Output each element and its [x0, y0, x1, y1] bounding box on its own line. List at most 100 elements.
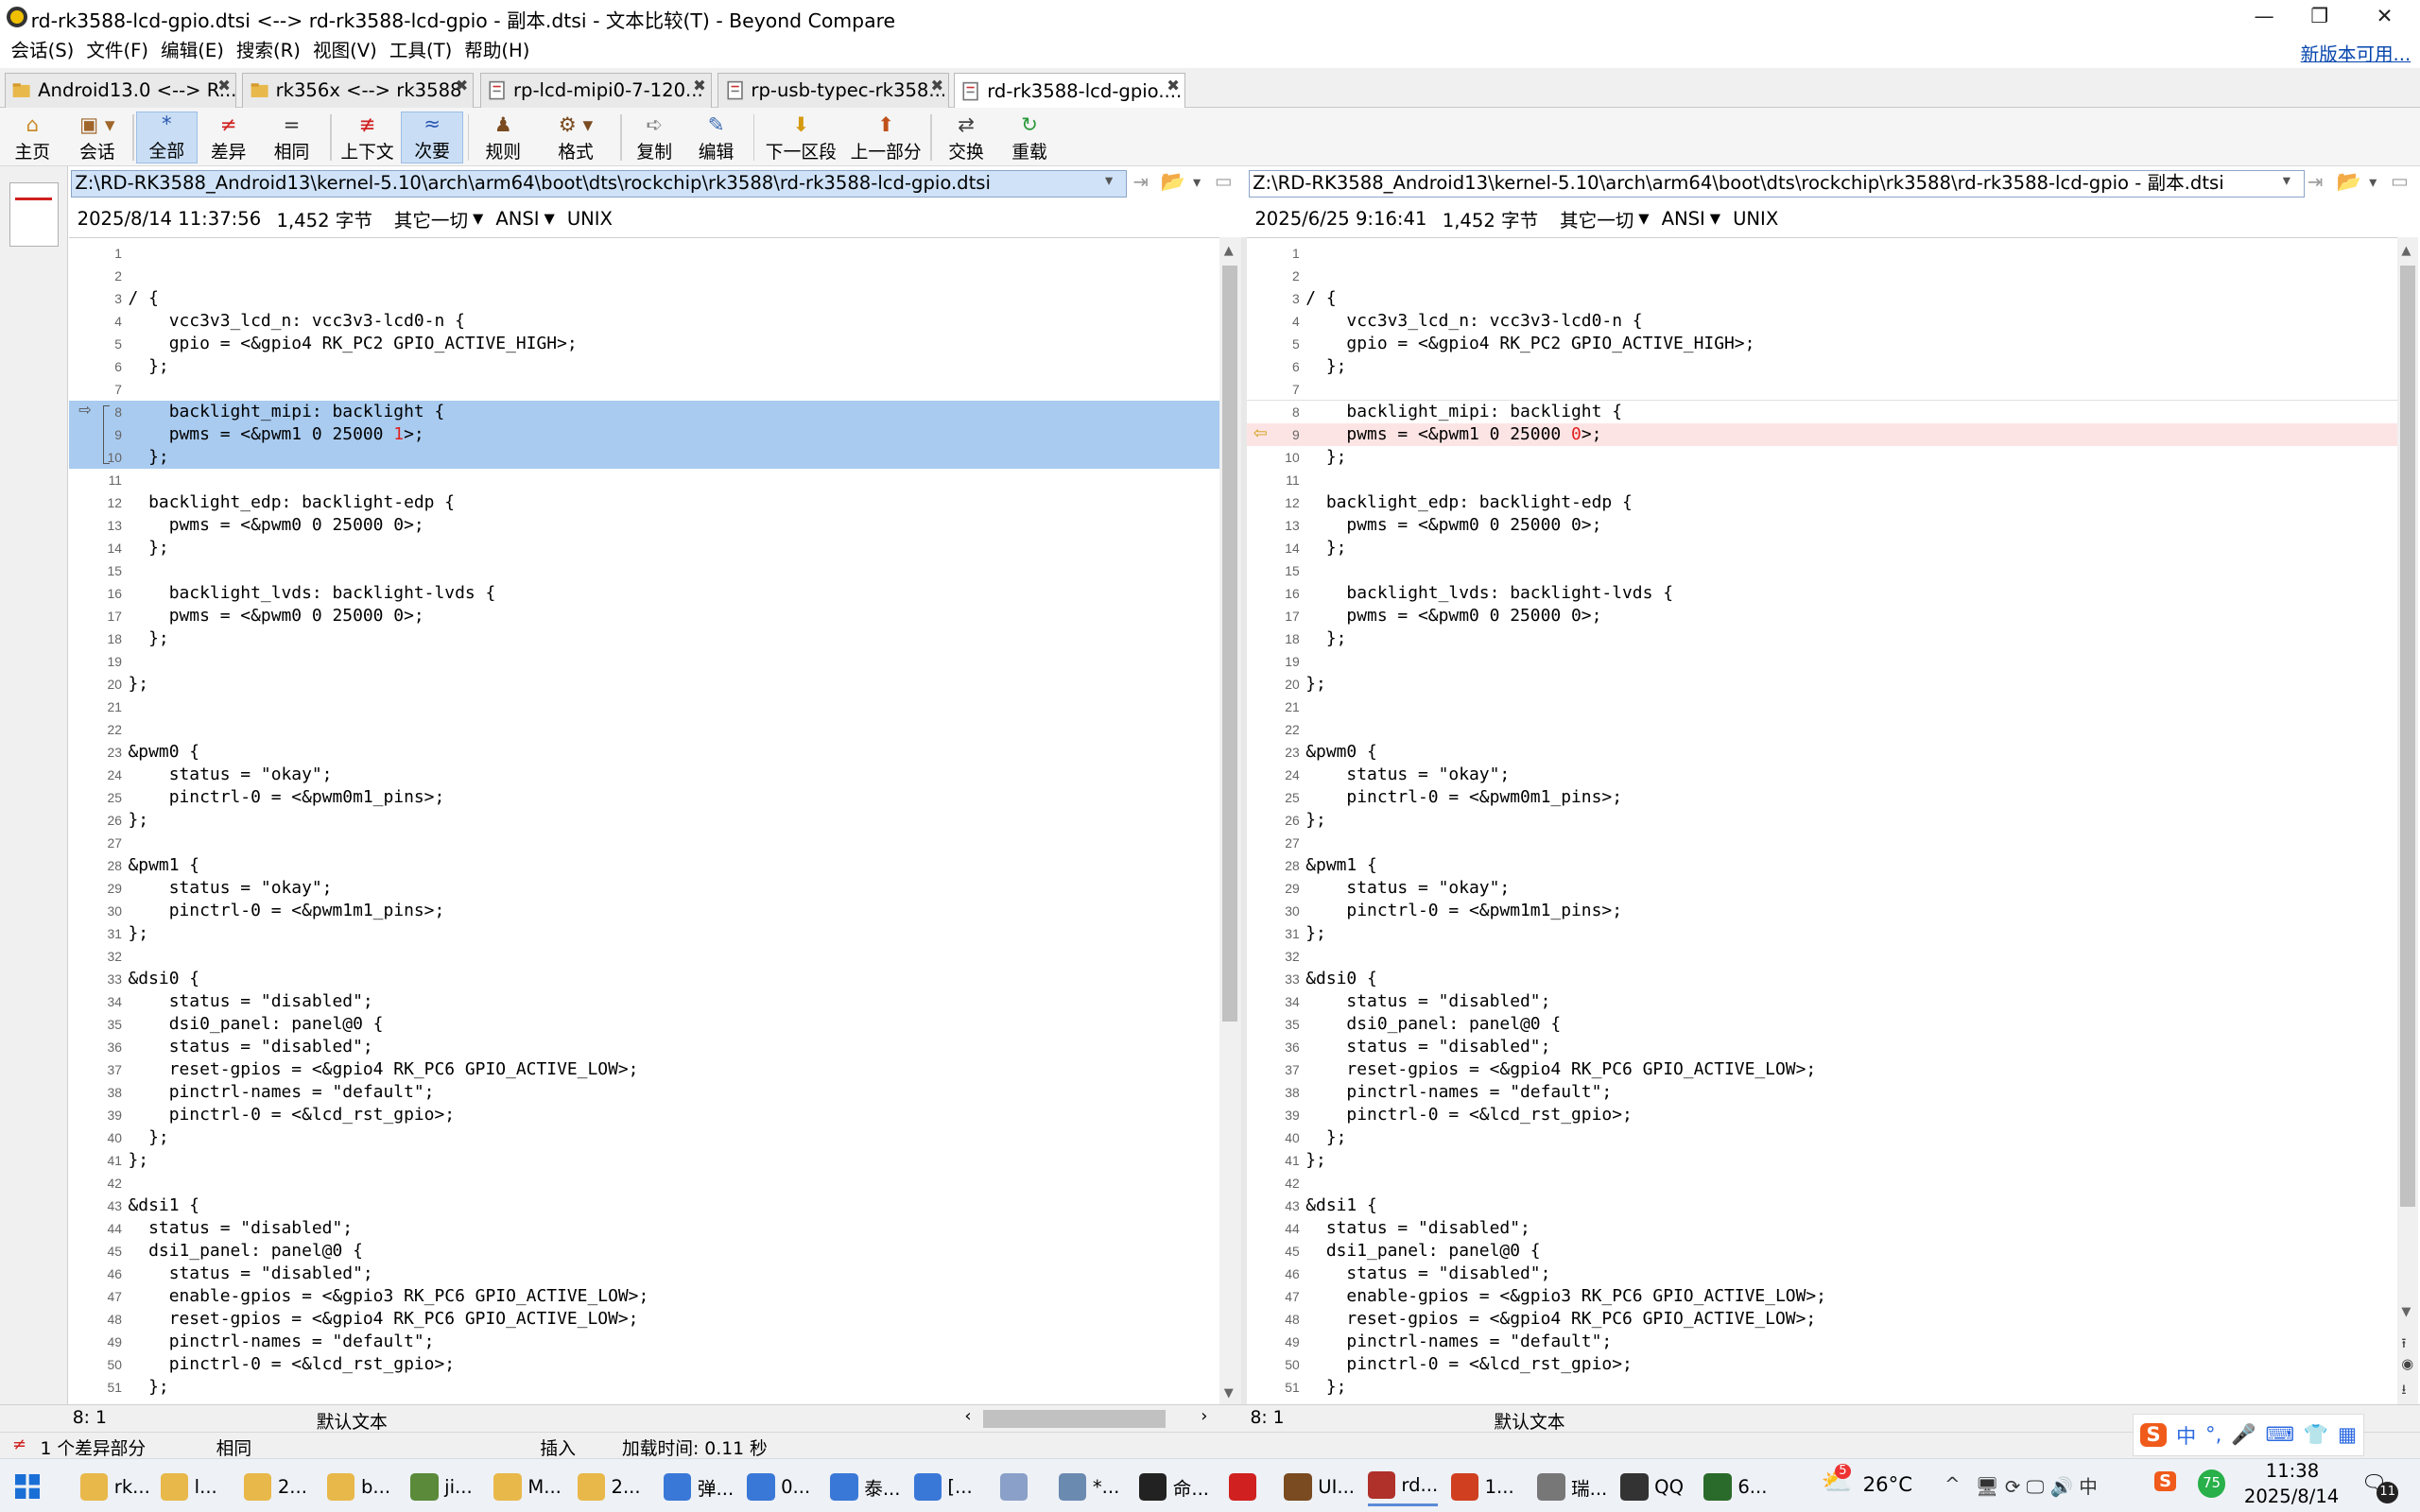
- code-line[interactable]: 13 pwms = <&pwm0 0 25000 0>;: [69, 514, 1219, 537]
- right-encoding-dropdown[interactable]: ANSI: [1662, 208, 1705, 230]
- left-path-input[interactable]: Z:\RD-RK3588_Android13\kernel-5.10\arch\…: [71, 169, 1127, 198]
- tab-rk356x[interactable]: rk356x <--> rk3588 ✖: [242, 72, 475, 109]
- taskbar-app[interactable]: ji...: [410, 1467, 473, 1506]
- scroll-left-icon[interactable]: ‹: [964, 1406, 971, 1426]
- code-line[interactable]: 44 status = "disabled";: [1247, 1217, 2396, 1240]
- ime-menu-icon[interactable]: ▦: [2338, 1423, 2357, 1447]
- code-line[interactable]: 31};: [69, 922, 1219, 945]
- code-line[interactable]: 18 };: [1247, 627, 2396, 650]
- right-save-icon[interactable]: ▭: [2391, 170, 2409, 192]
- code-line[interactable]: 51 };: [1247, 1376, 2396, 1399]
- code-line[interactable]: 20};: [1247, 673, 2396, 696]
- code-line[interactable]: 39 pinctrl-0 = <&lcd_rst_gpio>;: [1247, 1104, 2396, 1126]
- right-open-folder-icon[interactable]: 📂: [2337, 170, 2361, 194]
- right-path-input[interactable]: Z:\RD-RK3588_Android13\kernel-5.10\arch\…: [1248, 169, 2305, 198]
- code-line[interactable]: 26};: [1247, 809, 2396, 832]
- left-open-dropdown-icon[interactable]: ▾: [1193, 173, 1201, 191]
- code-line[interactable]: 10 };: [69, 445, 1219, 469]
- format-button[interactable]: ⚙ ▾ 格式: [537, 112, 614, 164]
- taskbar-app[interactable]: 2...: [577, 1467, 641, 1506]
- code-line[interactable]: 46 status = "disabled";: [69, 1263, 1219, 1285]
- code-line[interactable]: 19: [69, 650, 1219, 673]
- code-line[interactable]: 19: [1247, 650, 2396, 673]
- left-text-pane[interactable]: 1 2 3/ {4 vcc3v3_lcd_n: vcc3v3-lcd0-n {5 g…: [69, 237, 1219, 1404]
- context-button[interactable]: ≢ 上下文: [337, 112, 398, 164]
- left-scroll-thumb[interactable]: [1222, 265, 1238, 1022]
- start-button[interactable]: [15, 1467, 41, 1506]
- diff-arrow-icon[interactable]: ⇦: [1253, 423, 1268, 445]
- code-line[interactable]: 29 status = "okay";: [69, 877, 1219, 900]
- code-line[interactable]: 42: [69, 1172, 1219, 1194]
- code-line[interactable]: 11: [1247, 469, 2396, 491]
- nav-last-diff-icon[interactable]: ⭳: [2401, 1380, 2406, 1403]
- session-button[interactable]: ▣ ▾ 会话: [65, 112, 130, 164]
- code-line[interactable]: 46 status = "disabled";: [1247, 1263, 2396, 1285]
- right-other-dropdown[interactable]: 其它一切: [1560, 205, 1634, 232]
- left-other-dropdown[interactable]: 其它一切: [394, 205, 468, 232]
- filter-all-button[interactable]: * 全部: [135, 111, 198, 164]
- code-line[interactable]: 38 pinctrl-names = "default";: [1247, 1081, 2396, 1104]
- code-line[interactable]: 43 &dsi1 {: [1247, 1194, 2396, 1217]
- code-line[interactable]: 30 pinctrl-0 = <&pwm1m1_pins>;: [1247, 900, 2396, 922]
- code-line[interactable]: 24 status = "okay";: [1247, 764, 2396, 786]
- code-line[interactable]: 35 dsi0_panel: panel@0 {: [69, 1013, 1219, 1036]
- clock-date[interactable]: 2025/8/14: [2244, 1486, 2339, 1507]
- code-line[interactable]: 48 reset-gpios = <&gpio4 RK_PC6 GPIO_ACT…: [69, 1308, 1219, 1331]
- taskbar-app[interactable]: 1...: [1450, 1467, 1514, 1506]
- code-line[interactable]: 22: [69, 718, 1219, 741]
- tray-chevron-icon[interactable]: ^: [1945, 1473, 1960, 1495]
- code-line[interactable]: 1: [1247, 242, 2396, 265]
- maximize-button[interactable]: ❐: [2284, 0, 2355, 34]
- taskbar-app[interactable]: 弹...: [664, 1467, 734, 1506]
- code-line[interactable]: 47 enable-gpios = <&gpio3 RK_PC6 GPIO_AC…: [1247, 1285, 2396, 1308]
- code-line[interactable]: 36 status = "disabled";: [69, 1036, 1219, 1058]
- taskbar-app[interactable]: 0...: [747, 1467, 810, 1506]
- taskbar-app[interactable]: l...: [160, 1467, 217, 1506]
- taskbar-app[interactable]: 瑞...: [1537, 1467, 1607, 1506]
- thumbnail-panel[interactable]: [0, 166, 68, 1404]
- tray-icons[interactable]: 🖥 ⟳ 🖵 🔊 中: [1976, 1471, 2098, 1499]
- code-line[interactable]: 48 reset-gpios = <&gpio4 RK_PC6 GPIO_ACT…: [1247, 1308, 2396, 1331]
- left-save-icon[interactable]: ▭: [1215, 170, 1233, 192]
- code-line[interactable]: 23 &pwm0 {: [1247, 741, 2396, 764]
- code-line[interactable]: 3 / {: [1247, 287, 2396, 310]
- code-line[interactable]: 21: [1247, 696, 2396, 718]
- code-line[interactable]: 47 enable-gpios = <&gpio3 RK_PC6 GPIO_AC…: [69, 1285, 1219, 1308]
- code-line[interactable]: 29 status = "okay";: [1247, 877, 2396, 900]
- update-available-link[interactable]: 新版本可用...: [2301, 39, 2411, 66]
- code-line[interactable]: 14 };: [69, 537, 1219, 559]
- taskbar-app[interactable]: rd...: [1367, 1467, 1439, 1507]
- code-line[interactable]: 33 &dsi0 {: [1247, 968, 2396, 990]
- code-line[interactable]: 43 &dsi1 {: [69, 1194, 1219, 1217]
- code-line[interactable]: 45 dsi1_panel: panel@0 {: [1247, 1240, 2396, 1263]
- code-line[interactable]: 8 backlight_mipi: backlight {: [1247, 399, 2397, 424]
- tab-close-icon[interactable]: ✖: [931, 77, 944, 94]
- code-line[interactable]: 25 pinctrl-0 = <&pwm0m1_pins>;: [69, 786, 1219, 809]
- code-line[interactable]: 2: [69, 265, 1219, 287]
- next-section-button[interactable]: ⬇ 下一区段: [763, 112, 840, 164]
- taskbar-app[interactable]: [1228, 1467, 1263, 1506]
- tab-close-icon[interactable]: ✖: [1167, 77, 1180, 94]
- code-line[interactable]: 49 pinctrl-names = "default";: [69, 1331, 1219, 1353]
- code-line[interactable]: 10 };: [1247, 446, 2396, 469]
- tab-rp-usb-typec[interactable]: rp-usb-typec-rk358... ✖: [717, 72, 950, 109]
- code-line[interactable]: 37 reset-gpios = <&gpio4 RK_PC6 GPIO_ACT…: [1247, 1058, 2396, 1081]
- scroll-down-icon[interactable]: ▼: [1224, 1386, 1234, 1400]
- taskbar-app[interactable]: 命...: [1138, 1467, 1209, 1506]
- code-line[interactable]: 27: [69, 832, 1219, 854]
- code-line[interactable]: 14 };: [1247, 537, 2396, 559]
- code-line[interactable]: 6 };: [1247, 355, 2396, 378]
- copy-button[interactable]: ➪ 复制: [627, 112, 683, 164]
- menu-search[interactable]: 搜索(R): [230, 34, 306, 68]
- code-line[interactable]: 50 pinctrl-0 = <&lcd_rst_gpio>;: [1247, 1353, 2396, 1376]
- code-line[interactable]: 34 status = "disabled";: [1247, 990, 2396, 1013]
- taskbar-app[interactable]: rk...: [79, 1467, 150, 1506]
- taskbar-app[interactable]: 6...: [1703, 1467, 1767, 1506]
- ime-punct-icon[interactable]: °,: [2205, 1423, 2221, 1447]
- right-history-icon[interactable]: ⇥: [2308, 171, 2323, 193]
- code-line[interactable]: 5 gpio = <&gpio4 RK_PC2 GPIO_ACTIVE_HIGH…: [69, 333, 1219, 355]
- reload-button[interactable]: ↻ 重载: [1000, 112, 1059, 164]
- tab-close-icon[interactable]: ✖: [456, 77, 469, 94]
- prev-section-button[interactable]: ⬆ 上一部分: [849, 112, 923, 164]
- rules-button[interactable]: ♟ 规则: [475, 112, 531, 164]
